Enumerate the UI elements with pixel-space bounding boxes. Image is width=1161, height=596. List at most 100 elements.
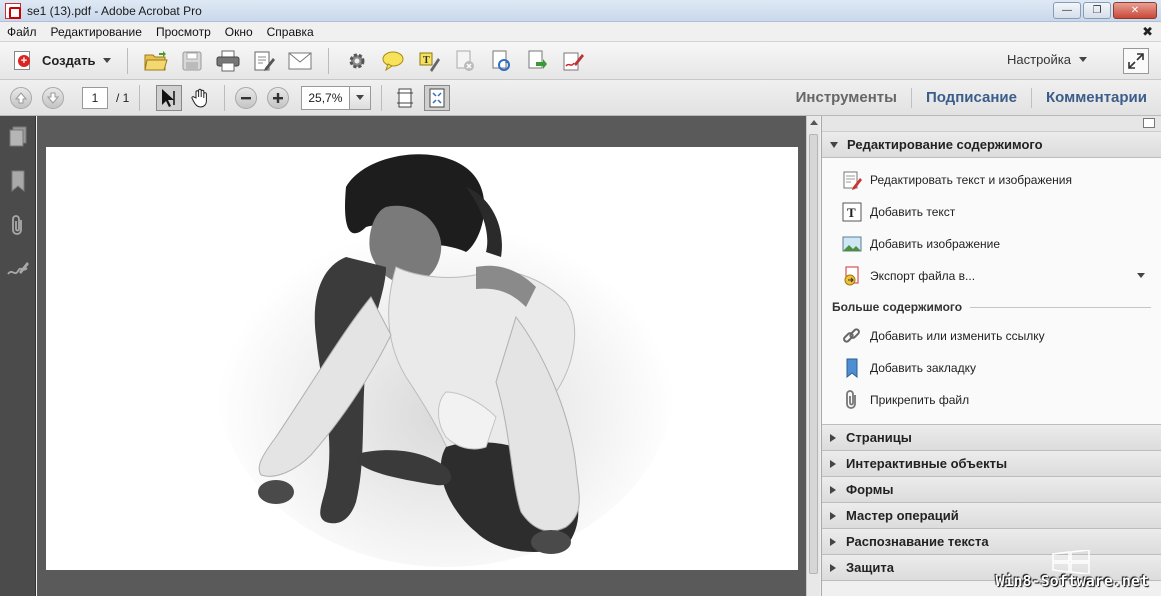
customize-dropdown[interactable]: Настройка [1007, 52, 1087, 67]
collapse-triangle-icon [830, 511, 836, 520]
tab-comment[interactable]: Комментарии [1030, 88, 1161, 108]
tool-add-link[interactable]: Добавить или изменить ссылку [822, 320, 1161, 352]
document-view[interactable] [37, 116, 806, 596]
create-pdf-icon: + [12, 50, 34, 72]
signatures-icon[interactable] [7, 258, 29, 280]
add-text-icon: T [842, 202, 862, 222]
menu-file[interactable]: Файл [0, 25, 44, 39]
content-editing-body: Редактировать текст и изображения T Доба… [822, 158, 1161, 425]
more-content-heading: Больше содержимого [822, 292, 1161, 320]
navigation-toolbar: 1 / 1 25,7% Инструменты Подписание Комме… [0, 80, 1161, 116]
minus-icon [241, 96, 252, 99]
fit-width-button[interactable] [392, 85, 418, 111]
rotate-page-icon[interactable] [489, 49, 513, 73]
gear-icon[interactable] [345, 49, 369, 73]
menu-window[interactable]: Окно [218, 25, 260, 39]
highlight-text-icon[interactable]: T [417, 49, 441, 73]
fit-page-icon [429, 88, 445, 107]
scrollbar-thumb[interactable] [809, 134, 818, 574]
page-number-input[interactable]: 1 [82, 86, 108, 109]
zoom-in-button[interactable] [267, 86, 290, 109]
zoom-out-button[interactable] [235, 86, 258, 109]
zoom-dropdown-button[interactable] [349, 85, 372, 110]
tools-panel: Редактирование содержимого Редактировать… [821, 116, 1161, 596]
arrow-up-icon [15, 91, 27, 103]
select-tool-button[interactable] [156, 84, 183, 111]
bookmarks-icon[interactable] [7, 170, 29, 192]
sign-icon[interactable] [561, 49, 585, 73]
zoom-level-input[interactable]: 25,7% [301, 85, 350, 110]
toolbar-divider [328, 47, 330, 74]
comment-icon[interactable] [381, 49, 405, 73]
edit-document-icon[interactable] [252, 49, 276, 73]
email-icon[interactable] [288, 49, 312, 73]
export-icon[interactable] [525, 49, 549, 73]
close-document-icon[interactable]: ✖ [1142, 24, 1153, 40]
window-title: se1 (13).pdf - Adobe Acrobat Pro [27, 3, 202, 18]
tool-label: Экспорт файла в... [870, 269, 976, 283]
link-icon [842, 326, 862, 346]
chevron-down-icon[interactable] [1137, 273, 1145, 278]
section-action-wizard-header[interactable]: Мастер операций [822, 503, 1161, 529]
menu-edit[interactable]: Редактирование [44, 25, 149, 39]
expand-triangle-icon [830, 141, 838, 148]
restore-button[interactable]: ❐ [1083, 2, 1111, 19]
vertical-scrollbar[interactable] [806, 116, 820, 596]
print-icon[interactable] [216, 49, 240, 73]
create-button[interactable]: + Создать [12, 48, 117, 74]
fit-page-button[interactable] [424, 84, 451, 111]
menu-help[interactable]: Справка [260, 25, 321, 39]
delete-page-icon[interactable] [453, 49, 477, 73]
hand-icon [191, 88, 208, 108]
chevron-down-icon [1079, 57, 1087, 62]
bookmark-icon [842, 358, 862, 378]
previous-page-button[interactable] [10, 86, 32, 109]
tool-add-bookmark[interactable]: Добавить закладку [822, 352, 1161, 384]
collapse-triangle-icon [830, 459, 836, 468]
close-window-button[interactable]: ✕ [1113, 2, 1157, 19]
tool-label: Прикрепить файл [870, 393, 970, 407]
next-page-button[interactable] [42, 86, 64, 109]
edit-text-image-icon [842, 170, 862, 190]
section-text-recognition-header[interactable]: Распознавание текста [822, 529, 1161, 555]
panel-options-icon[interactable] [1143, 118, 1155, 128]
collapse-triangle-icon [830, 537, 836, 546]
section-interactive-objects-header[interactable]: Интерактивные объекты [822, 451, 1161, 477]
full-screen-button[interactable] [1123, 48, 1149, 74]
section-title: Мастер операций [846, 508, 959, 523]
scroll-up-icon[interactable] [810, 120, 818, 125]
minimize-button[interactable]: — [1053, 2, 1081, 19]
toolbar-divider [381, 84, 383, 111]
tool-add-text[interactable]: T Добавить текст [822, 196, 1161, 228]
create-label: Создать [42, 53, 96, 68]
zoom-control: 25,7% [301, 85, 372, 110]
save-icon[interactable] [180, 49, 204, 73]
tool-export-file[interactable]: Экспорт файла в... [822, 260, 1161, 292]
subheading-label: Больше содержимого [832, 300, 963, 314]
navigation-pane [0, 116, 36, 596]
section-pages-header[interactable]: Страницы [822, 425, 1161, 451]
section-title: Формы [846, 482, 894, 497]
photo-woman-image [216, 154, 676, 567]
tool-label: Редактировать текст и изображения [870, 173, 1073, 187]
page-total: / 1 [116, 90, 130, 105]
section-forms-header[interactable]: Формы [822, 477, 1161, 503]
tool-edit-text-images[interactable]: Редактировать текст и изображения [822, 164, 1161, 196]
section-content-editing-header[interactable]: Редактирование содержимого [822, 132, 1161, 158]
menu-view[interactable]: Просмотр [149, 25, 218, 39]
attachments-icon[interactable] [7, 214, 29, 236]
collapse-triangle-icon [830, 563, 836, 572]
expand-icon [1128, 53, 1144, 69]
tab-sign[interactable]: Подписание [910, 88, 1031, 108]
section-title: Страницы [846, 430, 912, 445]
page-thumbnails-icon[interactable] [7, 126, 29, 148]
tool-attach-file[interactable]: Прикрепить файл [822, 384, 1161, 416]
open-folder-icon[interactable] [144, 49, 169, 73]
hand-tool-button[interactable] [188, 85, 214, 111]
collapse-triangle-icon [830, 433, 836, 442]
watermark-text: Win8-Software.net [995, 572, 1149, 590]
acrobat-app-icon [5, 2, 21, 19]
tool-add-image[interactable]: Добавить изображение [822, 228, 1161, 260]
toolbar-divider [127, 47, 129, 74]
tab-tools[interactable]: Инструменты [782, 88, 911, 108]
